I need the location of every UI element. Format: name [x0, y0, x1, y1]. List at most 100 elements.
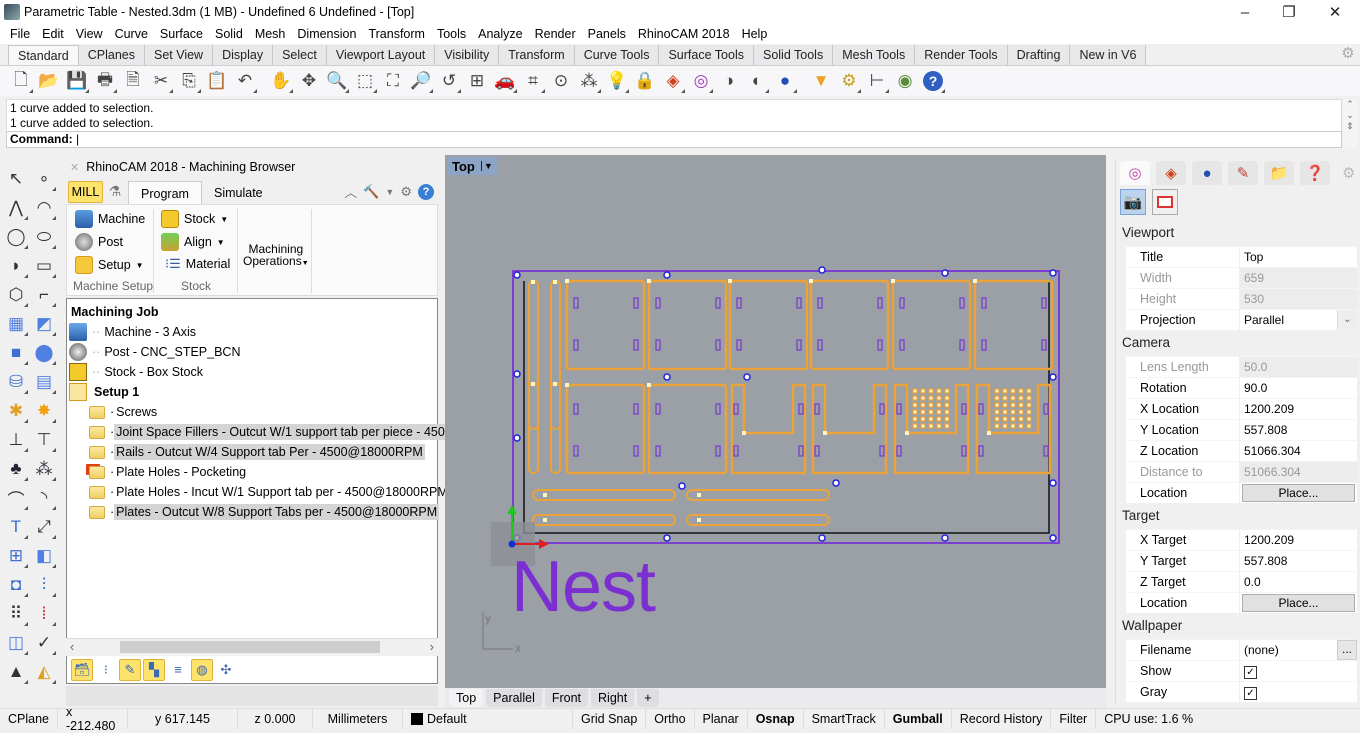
feeds-icon[interactable]: ✎: [119, 658, 141, 681]
command-input[interactable]: Command: |: [6, 131, 1342, 148]
align-dropdown-icon[interactable]: ▼: [217, 238, 225, 247]
menu-file[interactable]: File: [4, 27, 36, 41]
ellipse-icon[interactable]: ⬭: [30, 223, 58, 251]
dimension-icon[interactable]: ⊢: [864, 68, 890, 94]
menu-analyze[interactable]: Analyze: [472, 27, 528, 41]
menu-curve[interactable]: Curve: [109, 27, 154, 41]
zoom-window-icon[interactable]: ⬚: [352, 68, 378, 94]
align-button[interactable]: Align ▼: [161, 233, 225, 251]
setup-dropdown-icon[interactable]: ▼: [136, 261, 144, 270]
car-icon[interactable]: 🚗: [492, 68, 518, 94]
record-history-toggle[interactable]: Record History: [952, 708, 1052, 729]
split-icon[interactable]: ⊤: [30, 426, 58, 454]
panel-tab-color-wheel-icon[interactable]: ◎: [1120, 161, 1150, 185]
color-wheel-icon[interactable]: ◎: [688, 68, 714, 94]
close-button[interactable]: ✕: [1312, 0, 1358, 24]
curve-end-icon[interactable]: ⌒: [2, 484, 30, 512]
panel-tab-help-panel-icon[interactable]: ❓: [1300, 161, 1330, 185]
scroll-thumb[interactable]: [120, 641, 380, 653]
puzzle-boolean-icon[interactable]: ✱: [2, 397, 30, 425]
rhino-icon[interactable]: ◉: [892, 68, 918, 94]
vp-tab-right[interactable]: Right: [591, 689, 635, 707]
show-checkbox[interactable]: ✓: [1244, 666, 1257, 679]
text-icon[interactable]: T: [2, 513, 30, 541]
toolbar-tab-new-in-v6[interactable]: New in V6: [1070, 45, 1147, 65]
toolbar-tab-cplanes[interactable]: CPlanes: [78, 45, 145, 65]
settings-gear-icon[interactable]: ⚙: [400, 184, 412, 200]
print-icon[interactable]: 🖶: [92, 68, 118, 94]
panel-tab-paint-icon[interactable]: ✎: [1228, 161, 1258, 185]
toolbar-tab-select[interactable]: Select: [273, 45, 327, 65]
simulate-icon[interactable]: ◍: [191, 658, 213, 681]
smarttrack-toggle[interactable]: SmartTrack: [804, 708, 885, 729]
align-icon[interactable]: ⦙: [30, 600, 58, 628]
panel-tab-material-icon[interactable]: ●: [1192, 161, 1222, 185]
scroll-left-icon[interactable]: ‹: [70, 639, 74, 654]
grid-array-icon[interactable]: ⠿: [2, 600, 30, 628]
menu-rhinocam-2018[interactable]: RhinoCAM 2018: [632, 27, 736, 41]
wireframe-sphere-icon[interactable]: ◐: [744, 68, 770, 94]
osnap-toggle[interactable]: Osnap: [748, 708, 804, 729]
panel-tab-layer-icon[interactable]: ◈: [1156, 161, 1186, 185]
gear-options-icon[interactable]: ⚙: [836, 68, 862, 94]
nest-text[interactable]: Nest: [511, 547, 656, 627]
material-button[interactable]: ⁝☰ Material: [165, 256, 230, 272]
flow-icon[interactable]: ◫: [2, 629, 30, 657]
pan-icon[interactable]: ✋: [268, 68, 294, 94]
tool-library-icon[interactable]: ⁝: [95, 659, 117, 681]
new-icon[interactable]: 🗋: [8, 68, 34, 94]
place-button[interactable]: Place...: [1242, 484, 1355, 502]
extrude-icon[interactable]: ◩: [30, 310, 58, 338]
stock-dropdown-icon[interactable]: ▼: [220, 215, 228, 224]
camera-icon[interactable]: 📷: [1120, 189, 1146, 215]
tree-setup[interactable]: Setup 1: [69, 382, 141, 402]
copy-icon[interactable]: ⎘: [176, 68, 202, 94]
light-icon[interactable]: 💡: [604, 68, 630, 94]
zoom-selected-icon[interactable]: 🔎: [408, 68, 434, 94]
toolbar-tab-solid-tools[interactable]: Solid Tools: [753, 45, 834, 65]
undo-icon[interactable]: ↶: [232, 68, 258, 94]
menu-transform[interactable]: Transform: [362, 27, 431, 41]
cone-icon[interactable]: ▲: [2, 658, 30, 686]
maximize-button[interactable]: ❐: [1266, 0, 1312, 24]
vp-tab-front[interactable]: Front: [544, 689, 589, 707]
sphere-union-icon[interactable]: ⬤: [30, 339, 58, 367]
post-button[interactable]: Post: [75, 233, 123, 251]
top-viewport[interactable]: Top ▼ yx Nest: [445, 155, 1106, 688]
toolbar-tab-standard[interactable]: Standard: [8, 45, 79, 65]
curve-icon[interactable]: ◠: [30, 194, 58, 222]
help-icon[interactable]: ?: [418, 183, 434, 200]
ortho-toggle[interactable]: Ortho: [646, 708, 695, 729]
projection-dropdown-icon[interactable]: ⌄: [1337, 310, 1357, 330]
four-viewports-icon[interactable]: ⊞: [464, 68, 490, 94]
cut-icon[interactable]: ✂: [148, 68, 174, 94]
array-icon[interactable]: ⊞: [2, 542, 30, 570]
rectangle-icon[interactable]: ▭: [30, 252, 58, 280]
stock-view-icon[interactable]: ▚: [143, 658, 165, 681]
toolbar-tab-curve-tools[interactable]: Curve Tools: [574, 45, 660, 65]
toolbar-settings-gear-icon[interactable]: ⚙: [1340, 46, 1356, 62]
toolbar-tab-visibility[interactable]: Visibility: [435, 45, 500, 65]
toolbar-tab-viewport-layout[interactable]: Viewport Layout: [326, 45, 436, 65]
pyramid-icon[interactable]: ◭: [30, 658, 58, 686]
planar-toggle[interactable]: Planar: [695, 708, 748, 729]
toolbar-tab-display[interactable]: Display: [213, 45, 274, 65]
machining-operations-button[interactable]: Machining Operations▼: [243, 243, 309, 270]
osnap-icon[interactable]: ⊙: [548, 68, 574, 94]
y-location-value[interactable]: 557.808: [1239, 420, 1357, 440]
arc-icon[interactable]: ◗: [2, 252, 30, 280]
operation-item[interactable]: · Plates - Outcut W/8 Support Tabs per - …: [89, 502, 440, 522]
add-viewport-tab-button[interactable]: +: [637, 689, 659, 707]
x-target-value[interactable]: 1200.209: [1239, 530, 1357, 550]
zoom-dynamic-icon[interactable]: 🔍: [324, 68, 350, 94]
menu-view[interactable]: View: [70, 27, 109, 41]
panel-tab-folder-icon[interactable]: 📁: [1264, 161, 1294, 185]
menu-dimension[interactable]: Dimension: [291, 27, 362, 41]
fillet-icon[interactable]: ⌐: [30, 281, 58, 309]
rotation-value[interactable]: 90.0: [1239, 378, 1357, 398]
menu-surface[interactable]: Surface: [154, 27, 209, 41]
polygon-icon[interactable]: ⬡: [2, 281, 30, 309]
machine-button[interactable]: Machine: [75, 210, 145, 228]
wizard-icon[interactable]: ⚗: [106, 183, 124, 201]
menu-render[interactable]: Render: [529, 27, 582, 41]
